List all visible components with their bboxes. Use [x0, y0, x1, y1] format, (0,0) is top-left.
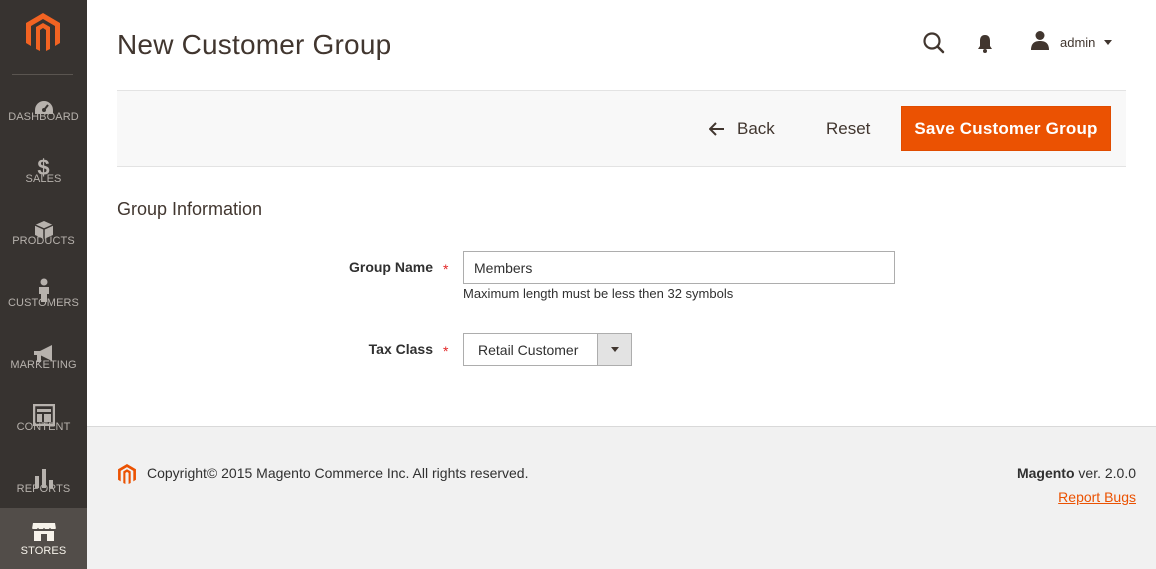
version-number: ver. 2.0.0: [1074, 465, 1136, 481]
magento-logo[interactable]: [24, 12, 62, 52]
sidebar-item-label: MARKETING: [10, 359, 77, 371]
report-bugs-link[interactable]: Report Bugs: [1058, 489, 1136, 505]
sidebar-item-products[interactable]: PRODUCTS: [0, 210, 87, 272]
magento-logo-icon: [117, 463, 137, 485]
bell-icon[interactable]: [974, 32, 996, 54]
tax-class-label: Tax Class: [368, 341, 433, 357]
version-brand: Magento: [1016, 465, 1075, 481]
page-footer: Copyright© 2015 Magento Commerce Inc. Al…: [87, 426, 1156, 569]
sidebar-item-label: DASHBOARD: [8, 111, 79, 123]
sidebar-item-content[interactable]: CONTENT: [0, 396, 87, 458]
group-name-note: Maximum length must be less then 32 symb…: [463, 286, 734, 301]
search-icon[interactable]: [921, 30, 947, 56]
reset-button[interactable]: Reset: [826, 117, 870, 141]
dropdown-toggle[interactable]: [597, 334, 631, 365]
page-title: New Customer Group: [117, 29, 392, 60]
admin-user-menu[interactable]: admin: [1030, 30, 1113, 55]
tax-class-value: Retail Customer: [478, 341, 579, 358]
group-name-input[interactable]: [463, 251, 895, 284]
back-button[interactable]: Back: [709, 117, 775, 141]
sidebar-item-sales[interactable]: $ SALES: [0, 148, 87, 210]
sidebar-item-label: SALES: [25, 173, 62, 185]
sidebar-item-label: CUSTOMERS: [8, 297, 79, 309]
sidebar-item-label: STORES: [20, 545, 67, 557]
sidebar-item-label: PRODUCTS: [12, 235, 75, 247]
version-text: Magento ver. 2.0.0: [1017, 465, 1136, 481]
sidebar-item-label: REPORTS: [16, 483, 71, 495]
sidebar-divider: [12, 74, 73, 75]
storefront-icon: [0, 508, 87, 542]
required-mark: *: [443, 343, 449, 359]
chevron-down-icon: [1104, 39, 1113, 45]
back-button-label: Back: [737, 119, 775, 138]
sidebar-item-customers[interactable]: CUSTOMERS: [0, 272, 87, 334]
save-customer-group-button[interactable]: Save Customer Group: [901, 106, 1111, 151]
tax-class-select[interactable]: Retail Customer: [463, 333, 632, 366]
chevron-down-icon: [610, 347, 619, 352]
group-name-label: Group Name: [348, 259, 433, 275]
admin-sidebar: DASHBOARD $ SALES PRODUCTS CUSTOMERS MAR…: [0, 0, 87, 569]
sidebar-item-dashboard[interactable]: DASHBOARD: [0, 86, 87, 148]
sidebar-item-marketing[interactable]: MARKETING: [0, 334, 87, 396]
copyright-text: Copyright© 2015 Magento Commerce Inc. Al…: [147, 465, 529, 481]
user-icon: [1030, 30, 1050, 55]
sidebar-item-label: CONTENT: [16, 421, 71, 433]
required-mark: *: [443, 261, 449, 277]
section-title: Group Information: [117, 199, 263, 219]
arrow-left-icon: [709, 122, 725, 136]
user-name: admin: [1060, 34, 1096, 50]
page-actions-bar: Back Reset Save Customer Group: [117, 90, 1126, 167]
sidebar-item-stores[interactable]: STORES: [0, 508, 87, 569]
